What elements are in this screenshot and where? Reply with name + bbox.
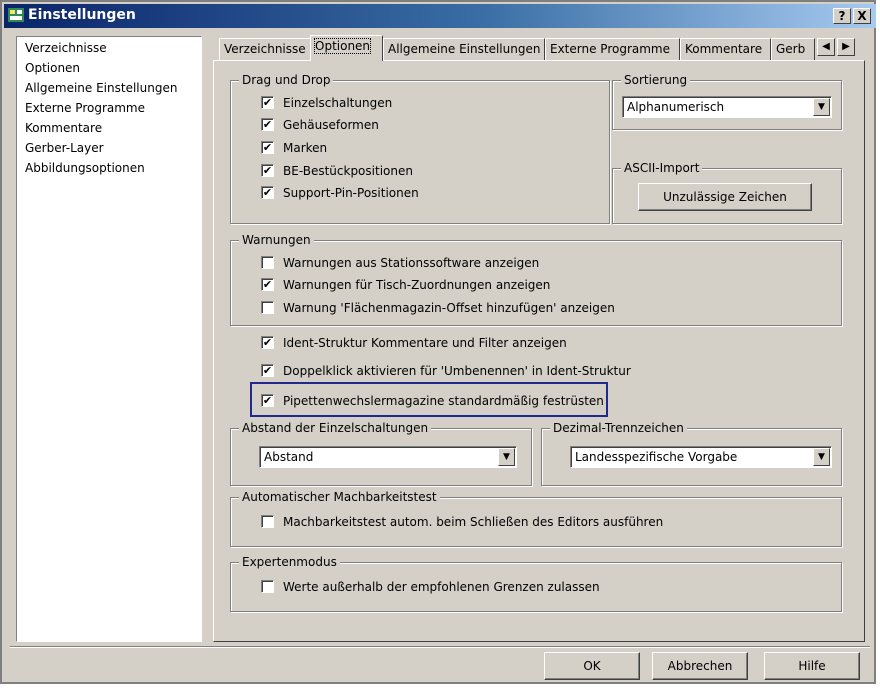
- abstand-title: Abstand der Einzelschaltungen: [239, 421, 432, 435]
- chevron-down-icon[interactable]: ▼: [813, 98, 830, 116]
- checkbox-label: Doppelklick aktivieren für 'Umbenennen' …: [283, 364, 631, 378]
- expertenmodus-group: Expertenmodus Werte außerhalb der empfoh…: [230, 555, 842, 612]
- machbarkeit-title: Automatischer Machbarkeitstest: [239, 490, 440, 504]
- help-title-button[interactable]: ?: [833, 8, 851, 24]
- cancel-button[interactable]: Abbrechen: [652, 652, 748, 680]
- ascii-import-title: ASCII-Import: [621, 161, 703, 175]
- dezimal-value: Landesspezifische Vorgabe: [575, 450, 738, 464]
- tab-label: Gerb: [776, 42, 806, 56]
- sortierung-value: Alphanumerisch: [627, 100, 725, 114]
- checkbox-machbarkeitstest[interactable]: Machbarkeitstest autom. beim Schließen d…: [261, 515, 663, 529]
- checkbox-gehaeuseformen[interactable]: ✔ Gehäuseformen: [261, 118, 379, 132]
- machbarkeit-group: Automatischer Machbarkeitstest Machbarke…: [230, 490, 842, 547]
- checkbox-box[interactable]: ✔: [261, 96, 274, 109]
- checkbox-support-pin-positionen[interactable]: ✔ Support-Pin-Positionen: [261, 186, 419, 200]
- close-button[interactable]: X: [853, 8, 871, 24]
- tab-allgemeine-einstellungen[interactable]: Allgemeine Einstellungen: [383, 38, 545, 60]
- drag-drop-title: Drag und Drop: [239, 73, 334, 87]
- tab-label: Externe Programme: [550, 42, 670, 56]
- settings-window: Einstellungen ? X Verzeichnisse Optionen…: [0, 0, 876, 684]
- checkbox-warnungen-tisch-zuordnungen[interactable]: ✔ Warnungen für Tisch-Zuordnungen anzeige…: [261, 278, 550, 292]
- checkbox-box[interactable]: ✔: [261, 278, 274, 291]
- checkbox-label: Einzelschaltungen: [283, 96, 393, 110]
- chevron-down-icon[interactable]: ▼: [498, 448, 515, 466]
- drag-drop-group: Drag und Drop ✔ Einzelschaltungen ✔ Gehäus…: [230, 73, 610, 224]
- checkbox-box[interactable]: [261, 256, 274, 269]
- tab-scroll-right-icon[interactable]: ▶: [837, 38, 855, 56]
- nav-item-allgemeine-einstellungen[interactable]: Allgemeine Einstellungen: [25, 81, 177, 95]
- sortierung-group: Sortierung Alphanumerisch ▼: [612, 73, 842, 130]
- nav-item-abbildungsoptionen[interactable]: Abbildungsoptionen: [25, 161, 145, 175]
- unzulaessige-zeichen-button[interactable]: Unzulässige Zeichen: [638, 183, 812, 211]
- sortierung-title: Sortierung: [621, 73, 691, 87]
- tab-optionen[interactable]: Optionen: [310, 35, 383, 61]
- tab-label: Allgemeine Einstellungen: [388, 42, 541, 56]
- tab-label: Kommentare: [685, 42, 763, 56]
- ok-button[interactable]: OK: [544, 652, 640, 680]
- nav-item-optionen[interactable]: Optionen: [25, 61, 80, 75]
- checkbox-warnungen-stationssoftware[interactable]: Warnungen aus Stationssoftware anzeigen: [261, 256, 539, 270]
- checkbox-box[interactable]: ✔: [261, 336, 274, 349]
- nav-item-gerber-layer[interactable]: Gerber-Layer: [25, 141, 104, 155]
- abstand-group: Abstand der Einzelschaltungen Abstand ▼: [230, 421, 532, 486]
- checkbox-box[interactable]: ✔: [261, 141, 274, 154]
- tab-label: Verzeichnisse: [224, 42, 306, 56]
- checkbox-box[interactable]: ✔: [261, 164, 274, 177]
- settings-nav-list: Verzeichnisse Optionen Allgemeine Einste…: [16, 36, 202, 642]
- tab-gerber[interactable]: Gerb: [771, 38, 815, 60]
- checkbox-label: Support-Pin-Positionen: [283, 186, 419, 200]
- nav-item-verzeichnisse[interactable]: Verzeichnisse: [25, 41, 107, 55]
- checkbox-box[interactable]: [261, 580, 274, 593]
- checkbox-label: Werte außerhalb der empfohlenen Grenzen …: [283, 580, 600, 594]
- checkbox-label: BE-Bestückpositionen: [283, 164, 413, 178]
- abstand-select[interactable]: Abstand ▼: [259, 446, 517, 468]
- options-panel: Drag und Drop ✔ Einzelschaltungen ✔ Gehäus…: [213, 60, 865, 642]
- checkbox-label: Machbarkeitstest autom. beim Schließen d…: [283, 515, 664, 529]
- checkbox-box[interactable]: ✔: [261, 186, 274, 199]
- checkbox-be-bestueckpositionen[interactable]: ✔ BE-Bestückpositionen: [261, 164, 413, 178]
- tab-scroll-left-icon[interactable]: ◀: [817, 38, 835, 56]
- checkbox-label: Warnung 'Flächenmagazin-Offset hinzufüge…: [283, 301, 615, 315]
- app-icon: [8, 8, 24, 22]
- checkbox-warnung-flaechenmagazin-offset[interactable]: Warnung 'Flächenmagazin-Offset hinzufüge…: [261, 301, 615, 315]
- checkbox-doppelklick-umbenennen[interactable]: ✔ Doppelklick aktivieren für 'Umbenennen'…: [261, 364, 631, 378]
- nav-item-externe-programme[interactable]: Externe Programme: [25, 101, 145, 115]
- dezimal-select[interactable]: Landesspezifische Vorgabe ▼: [570, 446, 832, 468]
- checkbox-box[interactable]: [261, 515, 274, 528]
- window-title: Einstellungen: [28, 7, 136, 23]
- warnungen-title: Warnungen: [239, 233, 314, 247]
- tab-label: Optionen: [313, 38, 372, 54]
- dezimal-title: Dezimal-Trennzeichen: [550, 421, 687, 435]
- checkbox-ident-struktur-kommentare[interactable]: ✔ Ident-Struktur Kommentare und Filter an…: [261, 336, 567, 350]
- abstand-value: Abstand: [264, 450, 314, 464]
- checkbox-label: Warnungen für Tisch-Zuordnungen anzeigen: [283, 278, 551, 292]
- nav-item-kommentare[interactable]: Kommentare: [25, 121, 102, 135]
- tab-externe-programme[interactable]: Externe Programme: [545, 38, 680, 60]
- dezimal-group: Dezimal-Trennzeichen Landesspezifische V…: [541, 421, 842, 486]
- ascii-import-group: ASCII-Import Unzulässige Zeichen: [612, 161, 842, 224]
- tab-kommentare[interactable]: Kommentare: [680, 38, 771, 60]
- tab-verzeichnisse[interactable]: Verzeichnisse: [219, 38, 311, 60]
- checkbox-einzelschaltungen[interactable]: ✔ Einzelschaltungen: [261, 96, 392, 110]
- checkbox-label: Marken: [283, 141, 328, 155]
- checkbox-label: Warnungen aus Stationssoftware anzeigen: [283, 256, 540, 270]
- checkbox-marken[interactable]: ✔ Marken: [261, 141, 327, 155]
- footer-divider: [10, 646, 870, 648]
- checkbox-box[interactable]: [261, 301, 274, 314]
- warnungen-group: Warnungen Warnungen aus Stationssoftware…: [230, 233, 842, 326]
- checkbox-box[interactable]: ✔: [261, 364, 274, 377]
- title-bar[interactable]: Einstellungen ? X: [4, 4, 876, 28]
- checkbox-label: Gehäuseformen: [283, 118, 379, 132]
- sortierung-select[interactable]: Alphanumerisch ▼: [622, 96, 832, 118]
- chevron-down-icon[interactable]: ▼: [813, 448, 830, 466]
- help-button[interactable]: Hilfe: [764, 652, 860, 680]
- expertenmodus-title: Expertenmodus: [239, 555, 340, 569]
- checkbox-werte-ausserhalb-grenzen[interactable]: Werte außerhalb der empfohlenen Grenzen …: [261, 580, 600, 594]
- checkbox-label: Ident-Struktur Kommentare und Filter anz…: [283, 336, 567, 350]
- checkbox-box[interactable]: ✔: [261, 118, 274, 131]
- highlight-frame: [250, 382, 608, 417]
